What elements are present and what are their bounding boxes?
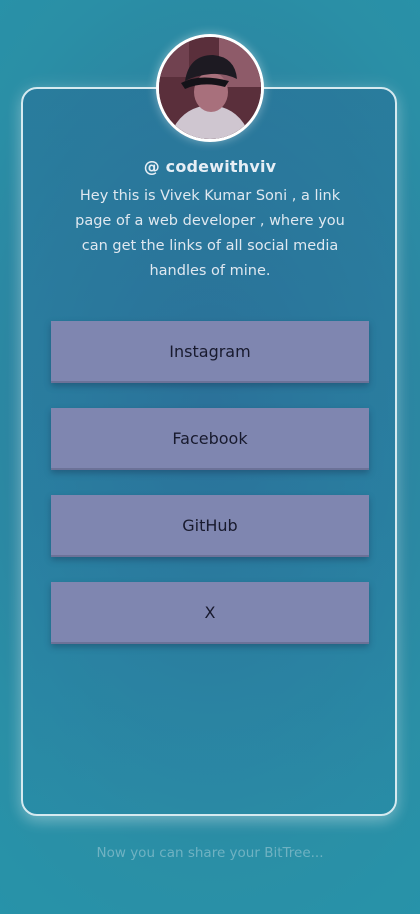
- avatar: [156, 34, 264, 142]
- facebook-link-button[interactable]: Facebook: [51, 408, 369, 470]
- profile-handle: @ codewithviv: [143, 157, 277, 176]
- profile-bio: Hey this is Vivek Kumar Soni , a link pa…: [75, 188, 345, 279]
- github-link-button[interactable]: GitHub: [51, 495, 369, 557]
- x-link-button[interactable]: X: [51, 582, 369, 644]
- avatar-photo-icon: [159, 37, 261, 139]
- instagram-link-button[interactable]: Instagram: [51, 321, 369, 383]
- footer-text: Now you can share your BitTree...: [96, 845, 324, 861]
